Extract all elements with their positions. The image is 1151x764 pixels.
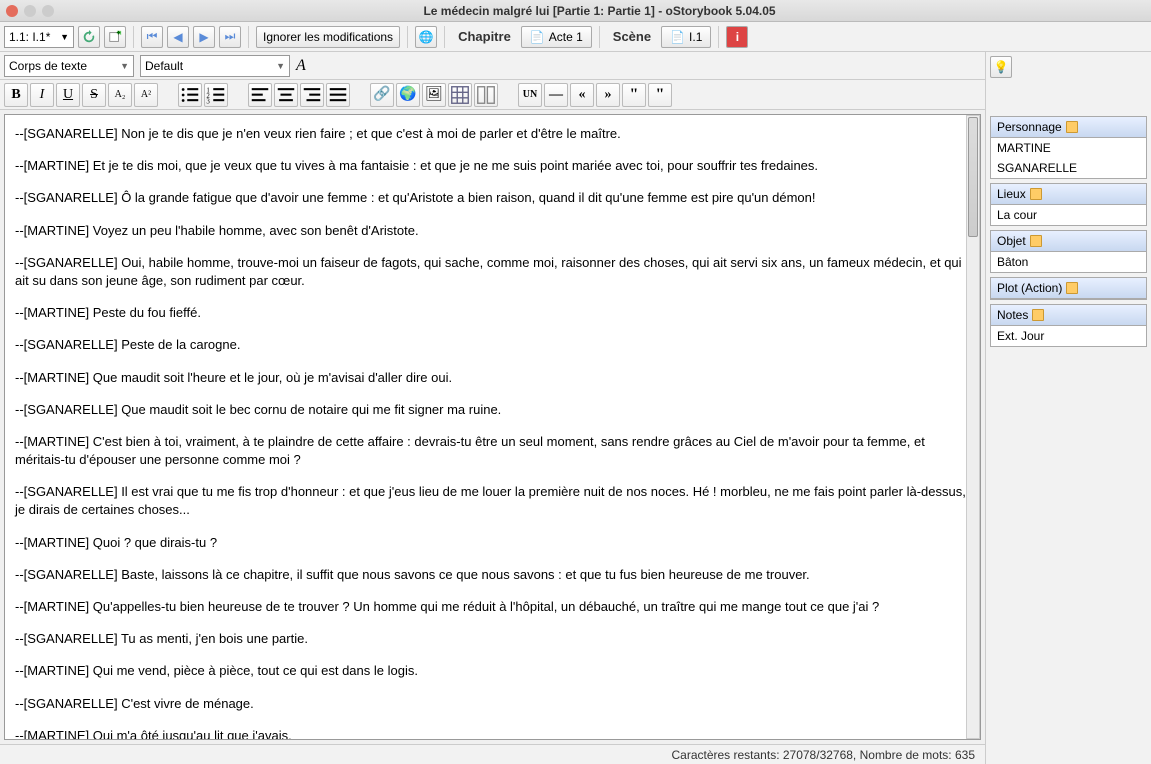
objet-header[interactable]: Objet (991, 231, 1146, 252)
world-button[interactable]: 🌐 (415, 26, 437, 48)
format-toolbar-1: Corps de texte▼ Default▼ A (0, 52, 985, 80)
text-line: --[SGANARELLE] C'est vivre de ménage. (15, 695, 970, 713)
align-right-button[interactable] (300, 83, 324, 107)
font-combo[interactable]: Default▼ (140, 55, 290, 77)
text-line: --[SGANARELLE] Non je te dis que je n'en… (15, 125, 970, 143)
minimize-button[interactable] (42, 5, 54, 17)
nav-first-button[interactable]: ⏮ (141, 26, 163, 48)
personnage-section: Personnage MARTINESGANARELLE (990, 116, 1147, 179)
scene-tab[interactable]: 📄I.1 (661, 26, 711, 48)
plot-header[interactable]: Plot (Action) (991, 278, 1146, 299)
edit-icon (1066, 121, 1078, 133)
list-number-button[interactable]: 123 (204, 83, 228, 107)
quote-close-button[interactable]: " (648, 83, 672, 107)
scrollbar-thumb[interactable] (968, 117, 978, 237)
italic-button[interactable]: I (30, 83, 54, 107)
info-button[interactable]: i (726, 26, 748, 48)
text-line: --[MARTINE] Qu'appelles-tu bien heureuse… (15, 598, 970, 616)
statusbar: Caractères restants: 27078/32768, Nombre… (0, 744, 985, 764)
text-line: --[MARTINE] Qui me vend, pièce à pièce, … (15, 662, 970, 680)
paragraph-style-combo[interactable]: Corps de texte▼ (4, 55, 134, 77)
align-center-button[interactable] (274, 83, 298, 107)
link-button[interactable]: 🔗 (370, 83, 394, 107)
quote-open-button[interactable]: " (622, 83, 646, 107)
objet-section: Objet Bâton (990, 230, 1147, 273)
edit-icon (1030, 188, 1042, 200)
bold-button[interactable]: B (4, 83, 28, 107)
text-line: --[SGANARELLE] Peste de la carogne. (15, 336, 970, 354)
main-toolbar: 1.1: I.1*▼ ⏮ ◀ ▶ ⏭ Ignorer les modificat… (0, 22, 1151, 52)
text-line: --[SGANARELLE] Que maudit soit le bec co… (15, 401, 970, 419)
plot-section: Plot (Action) (990, 277, 1147, 300)
scrollbar[interactable] (966, 115, 980, 739)
nav-prev-button[interactable]: ◀ (167, 26, 189, 48)
text-line: --[SGANARELLE] Il est vrai que tu me fis… (15, 483, 970, 519)
text-line: --[MARTINE] Qui m'a ôté jusqu'au lit que… (15, 727, 970, 740)
close-button[interactable] (6, 5, 18, 17)
scene-selector[interactable]: 1.1: I.1*▼ (4, 26, 74, 48)
text-line: --[MARTINE] Et je te dis moi, que je veu… (15, 157, 970, 175)
lieux-section: Lieux La cour (990, 183, 1147, 226)
text-line: --[MARTINE] Peste du fou fieffé. (15, 304, 970, 322)
text-line: --[MARTINE] Voyez un peu l'habile homme,… (15, 222, 970, 240)
lieux-header[interactable]: Lieux (991, 184, 1146, 205)
text-line: --[MARTINE] C'est bien à toi, vraiment, … (15, 433, 970, 469)
guillemet-open-button[interactable]: « (570, 83, 594, 107)
image-button[interactable]: 🖼 (422, 83, 446, 107)
list-item[interactable]: La cour (991, 205, 1146, 225)
nav-last-button[interactable]: ⏭ (219, 26, 241, 48)
font-letter-button[interactable]: A (296, 57, 306, 75)
unicode-button[interactable]: UN (518, 83, 542, 107)
text-line: --[MARTINE] Quoi ? que dirais-tu ? (15, 534, 970, 552)
notes-section: Notes Ext. Jour (990, 304, 1147, 347)
world-link-button[interactable]: 🌍 (396, 83, 420, 107)
list-bullet-button[interactable] (178, 83, 202, 107)
add-button[interactable] (104, 26, 126, 48)
text-line: --[SGANARELLE] Baste, laissons là ce cha… (15, 566, 970, 584)
scene-label: Scène (607, 29, 657, 44)
table-button[interactable] (448, 83, 472, 107)
act-tab[interactable]: 📄Acte 1 (521, 26, 592, 48)
subscript-button[interactable]: A₂ (108, 83, 132, 107)
text-editor[interactable]: --[SGANARELLE] Non je te dis que je n'en… (4, 114, 981, 740)
titlebar: Le médecin malgré lui [Partie 1: Partie … (0, 0, 1151, 22)
maximize-button[interactable] (24, 5, 36, 17)
idea-button[interactable]: 💡 (990, 56, 1012, 78)
window-title: Le médecin malgré lui [Partie 1: Partie … (54, 4, 1145, 18)
personnage-header[interactable]: Personnage (991, 117, 1146, 138)
text-line: --[SGANARELLE] Oui, habile homme, trouve… (15, 254, 970, 290)
align-left-button[interactable] (248, 83, 272, 107)
superscript-button[interactable]: A² (134, 83, 158, 107)
refresh-button[interactable] (78, 26, 100, 48)
ignore-changes-button[interactable]: Ignorer les modifications (256, 26, 400, 48)
break-button[interactable] (474, 83, 498, 107)
list-item[interactable]: Bâton (991, 252, 1146, 272)
text-line: --[MARTINE] Que maudit soit l'heure et l… (15, 369, 970, 387)
list-item[interactable]: MARTINE (991, 138, 1146, 158)
text-line: --[SGANARELLE] Tu as menti, j'en bois un… (15, 630, 970, 648)
edit-icon (1030, 235, 1042, 247)
underline-button[interactable]: U (56, 83, 80, 107)
guillemet-close-button[interactable]: » (596, 83, 620, 107)
format-toolbar-2: B I U S A₂ A² 123 🔗 🌍 🖼 UN — « » " (0, 80, 985, 110)
notes-header[interactable]: Notes (991, 305, 1146, 326)
dash-button[interactable]: — (544, 83, 568, 107)
chapter-label: Chapitre (452, 29, 517, 44)
edit-icon (1066, 282, 1078, 294)
nav-next-button[interactable]: ▶ (193, 26, 215, 48)
text-line: --[SGANARELLE] Ô la grande fatigue que d… (15, 189, 970, 207)
align-justify-button[interactable] (326, 83, 350, 107)
side-pane: 💡 Personnage MARTINESGANARELLE Lieux La … (986, 52, 1151, 764)
editor-pane: Corps de texte▼ Default▼ A B I U S A₂ A²… (0, 52, 986, 764)
edit-icon (1032, 309, 1044, 321)
list-item[interactable]: SGANARELLE (991, 158, 1146, 178)
svg-text:3: 3 (206, 98, 210, 105)
list-item[interactable]: Ext. Jour (991, 326, 1146, 346)
strikethrough-button[interactable]: S (82, 83, 106, 107)
